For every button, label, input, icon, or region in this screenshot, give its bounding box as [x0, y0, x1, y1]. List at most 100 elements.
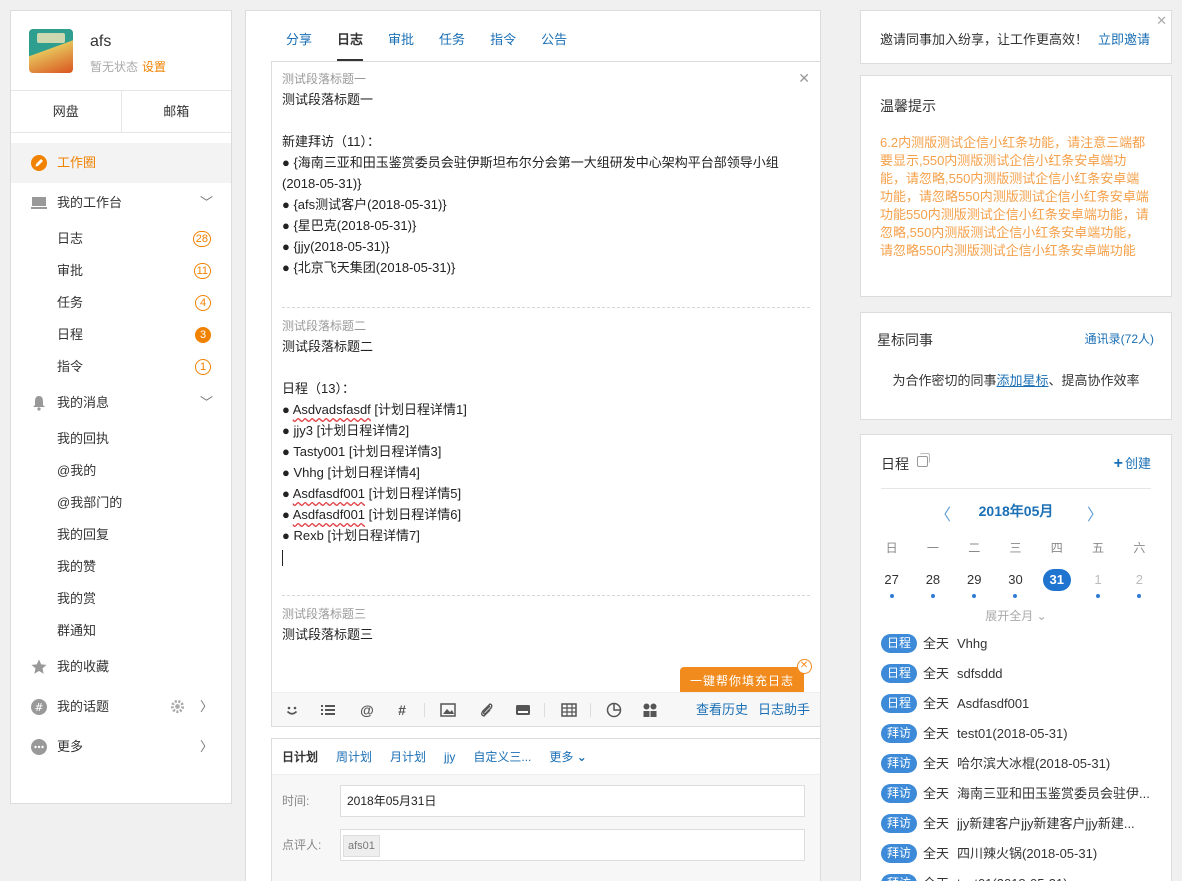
image-icon[interactable]: [440, 702, 456, 718]
log-assistant-link[interactable]: 日志助手: [758, 693, 810, 727]
schedule-event[interactable]: 日程 全天 Asdfasdf001: [881, 693, 1156, 715]
view-history-link[interactable]: 查看历史: [696, 693, 748, 727]
svg-text:#: #: [34, 701, 43, 714]
reviewer-label: 点评人:: [282, 838, 322, 852]
schedule-event[interactable]: 日程 全天 sdfsddd: [881, 663, 1156, 685]
calendar-day[interactable]: 28: [912, 569, 953, 598]
schedule-event[interactable]: 拜访 全天 四川辣火锅(2018-05-31): [881, 843, 1156, 865]
schedule-event[interactable]: 拜访 全天 jjy新建客户jjy新建客户jjy新建...: [881, 813, 1156, 835]
sidebar-item-at-me[interactable]: @我的: [11, 455, 231, 487]
reviewer-chip[interactable]: afs01: [343, 835, 380, 857]
schedule-name: Asdvadsfasdf: [292, 402, 371, 417]
sidebar-item-group-notice[interactable]: 群通知: [11, 615, 231, 647]
keyboard-icon[interactable]: [515, 702, 531, 718]
sidebar-item-approval[interactable]: 审批 11: [11, 255, 231, 287]
sidebar-item-more[interactable]: 更多 〉: [11, 727, 231, 767]
publish-tabs: 分享 日志 审批 任务 指令 公告: [286, 31, 592, 61]
schedule-event[interactable]: 拜访 全天 哈尔滨大冰棍(2018-05-31): [881, 753, 1156, 775]
calendar-day[interactable]: 27: [871, 569, 912, 598]
sidebar-item-task[interactable]: 任务 4: [11, 287, 231, 319]
sidebar-item-rewards[interactable]: 我的赏: [11, 583, 231, 615]
tab-announcement[interactable]: 公告: [541, 31, 567, 61]
sidebar-item-likes[interactable]: 我的赞: [11, 551, 231, 583]
sidebar-item-label: 我的收藏: [57, 659, 110, 674]
user-name[interactable]: afs: [90, 33, 111, 51]
chevron-right-icon[interactable]: 〉: [1087, 501, 1103, 525]
list-icon[interactable]: [320, 702, 336, 718]
calendar-day[interactable]: 1: [1077, 569, 1118, 598]
invite-now-link[interactable]: 立即邀请: [1098, 29, 1150, 48]
close-icon[interactable]: ✕: [1156, 13, 1167, 29]
calendar-day[interactable]: 29: [954, 569, 995, 598]
hashtag-icon[interactable]: #: [394, 702, 410, 718]
sidebar-item-schedule[interactable]: 日程 3: [11, 319, 231, 351]
sidebar-item-log[interactable]: 日志 28: [11, 223, 231, 255]
expand-month-toggle[interactable]: 展开全月 ⌄: [861, 607, 1171, 624]
tab-command[interactable]: 指令: [490, 31, 516, 61]
event-dot: [930, 594, 935, 598]
sidebar-item-replies[interactable]: 我的回复: [11, 519, 231, 551]
calendar-day[interactable]: 30: [995, 569, 1036, 598]
add-star-link[interactable]: 添加星标: [996, 373, 1048, 388]
attachment-icon[interactable]: [479, 702, 495, 718]
calendar-day[interactable]: 31: [1036, 569, 1077, 591]
schedule-name: jjy3: [293, 423, 313, 438]
tab-jjy[interactable]: jjy: [444, 750, 455, 764]
tab-month-plan[interactable]: 月计划: [390, 748, 426, 765]
tips-title: 温馨提示: [880, 98, 936, 114]
table-icon[interactable]: [561, 702, 577, 718]
event-dot: [889, 594, 894, 598]
schedule-event[interactable]: 拜访 全天 海南三亚和田玉鉴赏委员会驻伊...: [881, 783, 1156, 805]
tab-custom[interactable]: 自定义三...: [473, 748, 531, 765]
section-label: 测试段落标题一: [282, 72, 367, 86]
sidebar-item-workbench[interactable]: 我的工作台 ﹀: [11, 183, 231, 223]
emoji-icon[interactable]: [284, 702, 300, 718]
tab-share[interactable]: 分享: [286, 31, 312, 61]
event-type-badge: 拜访: [881, 844, 918, 863]
sidebar-item-messages[interactable]: 我的消息 ﹀: [11, 383, 231, 423]
schedule-event[interactable]: 拜访全天 test01(2018-05-31): [881, 723, 1156, 745]
contacts-link[interactable]: 通讯录(72人): [1085, 330, 1154, 347]
event-dot: [1013, 594, 1018, 598]
schedule-title: 日程: [881, 456, 909, 472]
tab-approval[interactable]: 审批: [388, 31, 414, 61]
sidebar-item-at-dept[interactable]: @我部门的: [11, 487, 231, 519]
more-dropdown[interactable]: 更多 ⌄: [549, 748, 586, 765]
log-editor[interactable]: ✕ 测试段落标题一 测试段落标题一 新建拜访（11）： ● {海南三亚和田玉鉴赏…: [271, 61, 821, 727]
reviewer-field[interactable]: afs01: [340, 829, 805, 861]
calendar-day[interactable]: 2: [1119, 569, 1160, 598]
create-schedule-button[interactable]: + 创建: [1114, 453, 1151, 473]
time-field[interactable]: 2018年05月31日: [340, 785, 805, 817]
sidebar-item-command[interactable]: 指令 1: [11, 351, 231, 383]
starred-hint: 为合作密切的同事添加星标、提高协作效率: [861, 370, 1171, 389]
apps-icon[interactable]: [642, 702, 658, 718]
close-icon[interactable]: ✕: [797, 659, 813, 674]
pie-chart-icon[interactable]: [606, 702, 622, 718]
sidebar-item-favorites[interactable]: 我的收藏: [11, 647, 231, 687]
schedule-event[interactable]: 日程 全天 Vhhg: [881, 633, 1156, 655]
tab-log[interactable]: 日志: [337, 31, 364, 61]
settings-link[interactable]: 设置: [142, 60, 166, 74]
tab-task[interactable]: 任务: [439, 31, 465, 61]
avatar[interactable]: [29, 29, 73, 73]
sidebar-item-topics[interactable]: # 我的话题 〉: [11, 687, 231, 727]
mention-icon[interactable]: @: [359, 702, 375, 718]
mail-link[interactable]: 邮箱: [120, 91, 232, 132]
auto-fill-log-popup[interactable]: 一键帮你填充日志 ✕: [680, 659, 813, 701]
schedule-event[interactable]: 拜访全天 test01(2018-05-31): [881, 873, 1156, 881]
sidebar-item-receipt[interactable]: 我的回执: [11, 423, 231, 455]
list-item: ● Asdfasdf001 [计划日程详情6]: [282, 507, 462, 522]
event-title: test01(2018-05-31): [957, 873, 1156, 881]
gear-icon[interactable]: [170, 699, 185, 714]
disk-link[interactable]: 网盘: [11, 91, 121, 132]
list-item: ● {jjy(2018-05-31)}: [282, 239, 390, 254]
weekday-label: 二: [968, 541, 981, 555]
schedule-card: 日程 + 创建 2018年05月 〈 〉 日 一 二 三 四 五 六 27 28 29…: [860, 434, 1172, 881]
weekday-header: 日 一 二 三 四 五 六: [871, 539, 1160, 556]
sidebar-item-work-circle[interactable]: 工作圈: [11, 143, 231, 183]
tips-card: 温馨提示 6.2内测版测试企信小红条功能，请注意三端都要显示,550内测版测试企…: [860, 75, 1172, 297]
tab-day-plan[interactable]: 日计划: [282, 748, 318, 765]
chevron-left-icon[interactable]: 〈: [935, 501, 951, 525]
copy-icon[interactable]: [917, 453, 930, 467]
tab-week-plan[interactable]: 周计划: [336, 748, 372, 765]
